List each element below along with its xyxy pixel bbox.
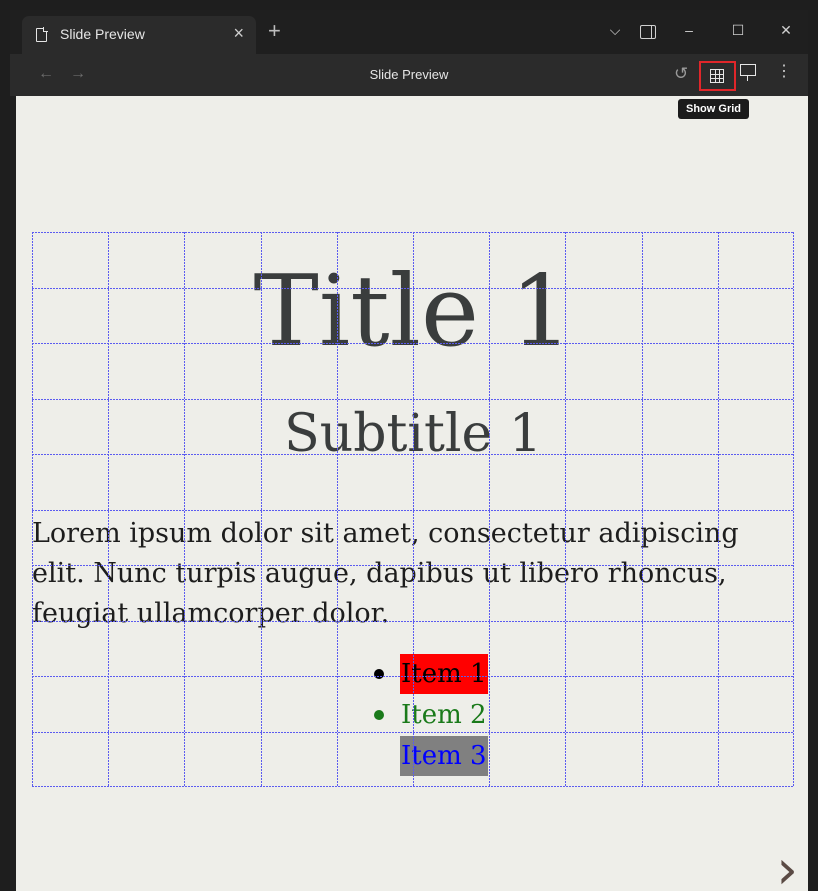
page-title: Slide Preview [369,67,449,82]
show-grid-tooltip: Show Grid [678,99,749,119]
list-item-text: Item 1 [400,654,488,694]
slide-body-text: Lorem ipsum dolor sit amet, consectetur … [32,518,739,629]
slide-bullet-list: Item 1 Item 2 Item 3 [372,654,488,777]
new-tab-button[interactable]: + [268,20,281,42]
list-item-text: Item 3 [400,736,488,776]
tab-slide-preview[interactable]: Slide Preview × [22,16,256,54]
tab-close-button[interactable]: × [233,23,244,43]
show-grid-button[interactable] [699,61,736,91]
next-slide-button[interactable]: › [776,843,798,891]
app-window: Slide Preview × + ⌵ – ☐ ✕ ← → Slide Prev… [10,10,808,891]
bullet-marker [374,710,384,720]
more-options-button[interactable]: ⋮ [776,62,792,82]
tab-list-dropdown-button[interactable]: ⌵ [600,20,630,40]
list-item: Item 2 [372,695,488,736]
close-window-button[interactable]: ✕ [771,20,801,40]
list-item: Item 3 [372,736,488,777]
split-panel-icon[interactable] [640,25,656,39]
toolbar: ← → Slide Preview ↺ ⋮ [10,54,808,96]
maximize-button[interactable]: ☐ [723,20,753,40]
tab-strip: Slide Preview × + ⌵ – ☐ ✕ [10,10,808,54]
list-item: Item 1 [372,654,488,695]
grid-icon [710,69,724,83]
slide-viewport: Title 1 Subtitle 1 Lorem ipsum dolor sit… [16,96,808,891]
minimize-button[interactable]: – [674,20,704,40]
tab-label: Slide Preview [60,26,145,42]
bullet-marker [374,669,384,679]
presentation-icon[interactable] [740,64,756,81]
document-icon [36,27,48,42]
slide-title: Title 1 [253,255,573,369]
refresh-icon[interactable]: ↺ [674,64,688,84]
slide: Title 1 Subtitle 1 Lorem ipsum dolor sit… [32,232,794,787]
slide-subtitle: Subtitle 1 [284,404,542,464]
list-item-text: Item 2 [401,700,487,730]
